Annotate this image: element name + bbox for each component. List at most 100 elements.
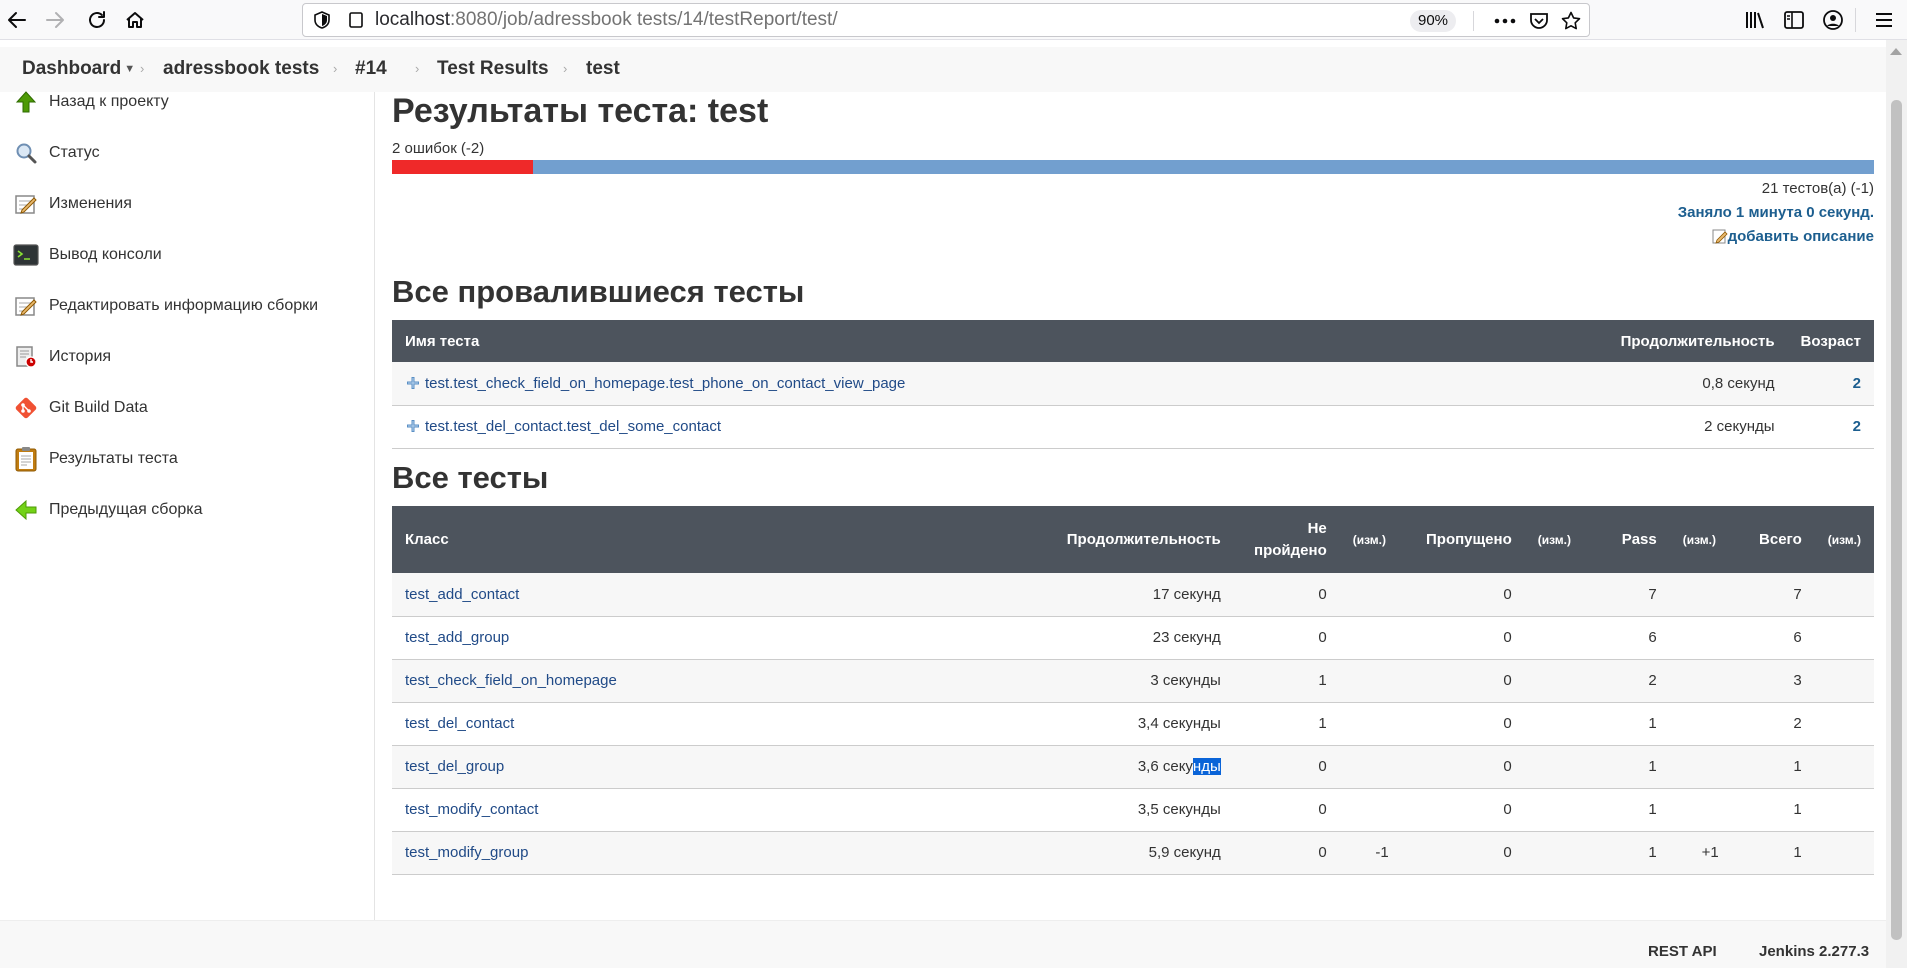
- duration-text[interactable]: Заняло 1 минута 0 секунд.: [1678, 204, 1874, 221]
- failed-diff-cell: [1339, 616, 1402, 660]
- sidebar-toggle-button[interactable]: [1781, 7, 1807, 33]
- url-bar[interactable]: localhost:8080/job/adressbook tests/14/t…: [302, 3, 1590, 37]
- sidebar-item-edit-build-info[interactable]: Редактировать информацию сборки: [12, 290, 318, 322]
- sidebar-item-label: Предыдущая сборка: [49, 501, 203, 518]
- expand-plus-icon[interactable]: [405, 375, 421, 391]
- duration-link[interactable]: Заняло 1 минута 0 секунд.: [1678, 204, 1874, 221]
- total-cell: 6: [1731, 616, 1815, 660]
- add-description-link[interactable]: добавить описание: [1712, 228, 1874, 245]
- sidebar-item-console-output[interactable]: Вывод консоли: [12, 239, 162, 271]
- failed-test-cell: test.test_check_field_on_homepage.test_p…: [392, 362, 1608, 406]
- menu-button[interactable]: [1871, 7, 1897, 33]
- breadcrumb-test-results[interactable]: Test Results: [437, 47, 549, 91]
- class-cell: test_del_group: [392, 745, 1034, 789]
- sidebar-item-previous-build[interactable]: Предыдущая сборка: [12, 494, 203, 526]
- failed-diff-cell: [1339, 788, 1402, 832]
- scrollbar-thumb[interactable]: [1891, 100, 1902, 940]
- sidebar-item-changes[interactable]: Изменения: [12, 188, 132, 220]
- arrow-left-icon: [12, 496, 40, 524]
- back-button[interactable]: [0, 3, 34, 37]
- skipped-diff-cell: [1524, 788, 1587, 832]
- expand-plus-icon[interactable]: [405, 418, 421, 434]
- sidebar-item-back-to-project[interactable]: Назад к проекту: [12, 86, 169, 118]
- scroll-up-icon[interactable]: [1890, 48, 1902, 55]
- class-link[interactable]: test_modify_contact: [405, 801, 538, 818]
- library-button[interactable]: [1743, 7, 1769, 33]
- column-header-pass-diff[interactable]: (изм.): [1669, 506, 1732, 573]
- rest-api-link[interactable]: REST API: [1648, 943, 1717, 960]
- breadcrumb-job[interactable]: adressbook tests: [163, 47, 319, 91]
- column-header-total[interactable]: Всего: [1731, 506, 1815, 573]
- table-row: test_modify_contact 3,5 секунды 0 0 1 1: [392, 788, 1874, 832]
- duration-cell: 5,9 секунд: [1033, 831, 1234, 875]
- failed-test-age: 2: [1787, 405, 1874, 449]
- page-icon[interactable]: [347, 11, 365, 29]
- page-footer: REST API Jenkins 2.277.3: [0, 920, 1886, 968]
- column-header-skipped-diff[interactable]: (изм.): [1524, 506, 1587, 573]
- git-icon: [12, 394, 40, 422]
- column-header-total-diff[interactable]: (изм.): [1814, 506, 1874, 573]
- sidebar-item-history[interactable]: История: [12, 341, 111, 373]
- home-button[interactable]: [118, 3, 152, 37]
- class-link[interactable]: test_add_contact: [405, 586, 519, 603]
- total-diff-cell: [1814, 573, 1874, 617]
- total-cell: 2: [1731, 702, 1815, 746]
- vertical-scrollbar[interactable]: [1886, 40, 1907, 968]
- sidebar-item-git-build-data[interactable]: Git Build Data: [12, 392, 148, 424]
- url-text[interactable]: localhost:8080/job/adressbook tests/14/t…: [375, 4, 838, 36]
- column-header-duration[interactable]: Продолжительность: [1033, 506, 1234, 573]
- page-actions-button[interactable]: [1493, 9, 1517, 33]
- failed-cell: 1: [1233, 659, 1340, 703]
- history-icon: [12, 343, 40, 371]
- jenkins-version-link[interactable]: Jenkins 2.277.3: [1759, 943, 1869, 960]
- failed-test-link[interactable]: test.test_del_contact.test_del_some_cont…: [425, 418, 721, 435]
- sidebar-item-status[interactable]: Статус: [12, 137, 100, 169]
- duration-cell: 3,6 секунды: [1033, 745, 1234, 789]
- sidebar-item-test-results[interactable]: Результаты теста: [12, 443, 178, 475]
- add-description-text[interactable]: добавить описание: [1728, 228, 1874, 245]
- pocket-button[interactable]: [1527, 9, 1551, 33]
- tests-count: 21 тестов(а) (-1): [1761, 180, 1874, 197]
- total-diff-cell: [1814, 616, 1874, 660]
- failed-cell: 0: [1233, 573, 1340, 617]
- library-icon: [1746, 12, 1764, 29]
- column-header-age[interactable]: Возраст: [1787, 320, 1874, 362]
- pass-diff-cell: +1: [1669, 831, 1732, 875]
- breadcrumb-current[interactable]: test: [586, 47, 620, 91]
- failed-tests-table: Имя теста Продолжительность Возраст test…: [392, 320, 1874, 449]
- class-link[interactable]: test_modify_group: [405, 844, 528, 861]
- pass-diff-cell: [1669, 702, 1732, 746]
- failed-test-link[interactable]: test.test_check_field_on_homepage.test_p…: [425, 375, 905, 392]
- column-header-test-name[interactable]: Имя теста: [392, 320, 1608, 362]
- column-header-pass[interactable]: Pass: [1586, 506, 1670, 573]
- column-header-failed-diff[interactable]: (изм.): [1339, 506, 1402, 573]
- column-header-skipped[interactable]: Пропущено: [1401, 506, 1525, 573]
- total-cell: 1: [1731, 745, 1815, 789]
- chevron-down-icon[interactable]: ▼: [124, 63, 135, 75]
- failed-test-age: 2: [1787, 362, 1874, 406]
- class-link[interactable]: test_check_field_on_homepage: [405, 672, 617, 689]
- forward-button[interactable]: [38, 3, 72, 37]
- pass-cell: 1: [1586, 745, 1670, 789]
- sidebar: Назад к проекту Статус Изменения Вывод к…: [0, 91, 375, 920]
- reload-button[interactable]: [80, 3, 114, 37]
- pass-cell: 7: [1586, 573, 1670, 617]
- shield-icon[interactable]: [313, 11, 331, 29]
- class-link[interactable]: test_del_group: [405, 758, 504, 775]
- table-row: test_del_group 3,6 секунды 0 0 1 1: [392, 745, 1874, 789]
- column-header-failed-line1: Не: [1307, 519, 1327, 537]
- bookmark-button[interactable]: [1559, 9, 1583, 33]
- class-link[interactable]: test_add_group: [405, 629, 509, 646]
- failed-test-age-link[interactable]: 2: [1853, 375, 1861, 392]
- breadcrumb-dashboard[interactable]: Dashboard ▼: [22, 47, 135, 91]
- class-link[interactable]: test_del_contact: [405, 715, 514, 732]
- failed-test-age-link[interactable]: 2: [1853, 418, 1861, 435]
- breadcrumb-build[interactable]: #14: [355, 47, 387, 91]
- column-header-duration[interactable]: Продолжительность: [1607, 320, 1788, 362]
- skipped-diff-cell: [1524, 616, 1587, 660]
- zoom-badge[interactable]: 90%: [1410, 10, 1457, 32]
- account-button[interactable]: [1820, 7, 1846, 33]
- pass-diff-cell: [1669, 616, 1732, 660]
- column-header-class[interactable]: Класс: [392, 506, 1034, 573]
- column-header-failed[interactable]: Не пройдено: [1233, 506, 1340, 573]
